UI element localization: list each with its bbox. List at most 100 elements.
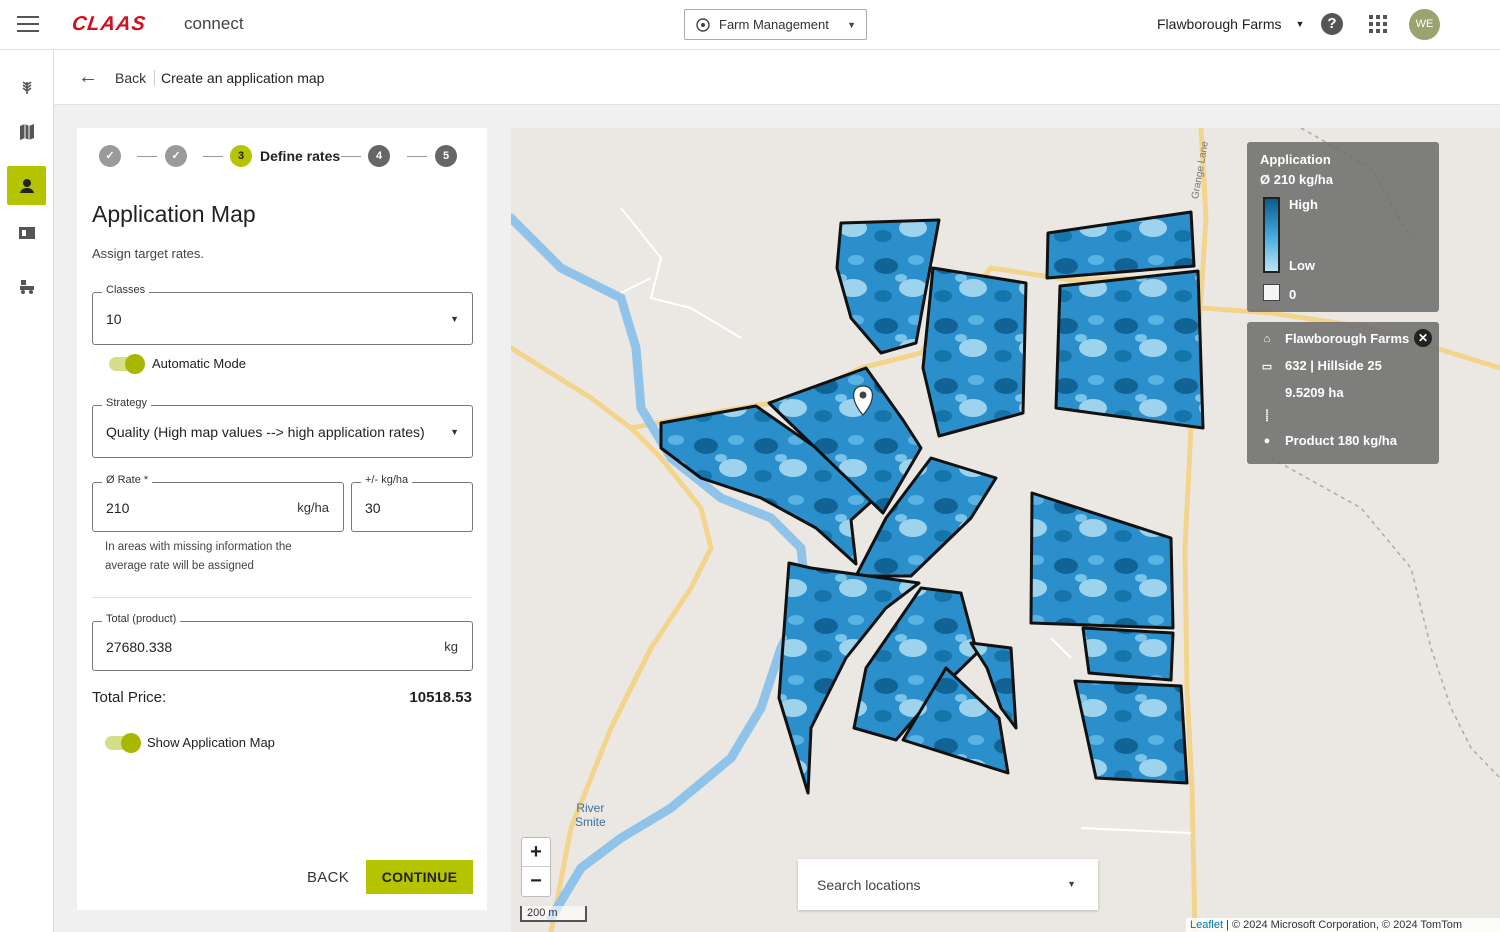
tolerance-input[interactable]: +/- kg/ha 30 — [351, 474, 473, 532]
panel-title: Application Map — [92, 201, 256, 227]
module-select-value: Farm Management — [719, 17, 829, 32]
zoom-out-button[interactable]: − — [522, 867, 550, 896]
side-rail — [0, 50, 54, 932]
rate-label: Ø Rate * — [102, 474, 153, 486]
close-icon[interactable]: ✕ — [1414, 329, 1432, 347]
map-legend: Application Ø 210 kg/ha High Low 0 — [1247, 142, 1439, 312]
chevron-down-icon: ▼ — [847, 19, 856, 30]
application-map-panel: ✓ ✓ 3 Define rates 4 5 Application Map A… — [77, 128, 487, 910]
info-crop-row: ⸽ — [1261, 408, 1285, 422]
help-icon[interactable]: ? — [1321, 13, 1343, 35]
claas-logo[interactable]: CLAAS — [70, 13, 148, 36]
automatic-mode-toggle[interactable] — [109, 354, 145, 374]
rate-hint: In areas with missing information the av… — [105, 541, 292, 572]
show-application-map-toggle[interactable] — [105, 733, 141, 753]
search-locations-select[interactable]: Search locations ▼ — [798, 859, 1098, 910]
info-product: Product 180 kg/ha — [1285, 433, 1397, 448]
tolerance-label: +/- kg/ha — [361, 474, 413, 486]
farm-select-value: Flawborough Farms — [1157, 16, 1282, 32]
strategy-select[interactable]: Strategy Quality (High map values --> hi… — [92, 397, 473, 458]
farm-icon: ⌂ — [1263, 332, 1271, 345]
info-area: 9.5209 ha — [1285, 385, 1344, 400]
legend-high: High — [1289, 197, 1318, 212]
map-view[interactable]: River Smite Grange Lane Application Ø 210… — [511, 128, 1500, 932]
rate-unit: kg/ha — [297, 500, 329, 515]
map-attribution: Leaflet | © 2024 Microsoft Corporation, … — [1185, 918, 1500, 932]
rail-item-machines[interactable] — [7, 266, 46, 305]
zoom-control: + − — [521, 837, 551, 897]
automatic-mode-label: Automatic Mode — [152, 356, 246, 371]
step-1-done[interactable]: ✓ — [99, 145, 121, 167]
info-farm-row: ⌂ Flawborough Farms — [1261, 331, 1410, 346]
map-icon — [19, 123, 34, 140]
application-map-icon — [19, 178, 34, 193]
scale-bar: 200 m — [520, 906, 587, 922]
app-name: connect — [184, 14, 244, 33]
legend-zero-swatch — [1263, 284, 1280, 301]
chevron-down-icon: ▼ — [450, 427, 459, 437]
legend-gradient — [1263, 197, 1280, 273]
step-5[interactable]: 5 — [435, 145, 457, 167]
rail-item-crops[interactable] — [7, 66, 46, 105]
attribution-text: | © 2024 Microsoft Corporation, © 2024 T… — [1223, 919, 1462, 931]
step-connector — [341, 156, 361, 157]
chevron-down-icon: ▼ — [1295, 19, 1305, 29]
top-bar: CLAAS connect Farm Management ▼ Flawboro… — [0, 0, 1500, 50]
breadcrumb-back[interactable]: Back — [115, 70, 156, 86]
apps-grid-icon[interactable] — [1369, 15, 1387, 33]
info-field: 632 | Hillside 25 — [1285, 358, 1382, 373]
module-select[interactable]: Farm Management ▼ — [684, 9, 867, 40]
total-product-label: Total (product) — [102, 613, 181, 625]
legend-average: Ø 210 kg/ha — [1260, 172, 1333, 187]
breadcrumb: ← Back Create an application map — [54, 50, 1500, 105]
rail-item-maps[interactable] — [7, 112, 46, 151]
show-application-map-label: Show Application Map — [147, 735, 275, 750]
chevron-down-icon: ▼ — [1067, 879, 1076, 889]
classes-label: Classes — [102, 284, 150, 296]
rail-item-application-maps[interactable] — [7, 166, 46, 205]
farm-management-icon — [696, 17, 710, 32]
field-info-popup: ✕ ⌂ Flawborough Farms ▭ 632 | Hillside 2… — [1247, 322, 1439, 464]
total-price-value: 10518.53 — [409, 689, 472, 706]
field-icon: ▭ — [1261, 360, 1273, 373]
menu-icon[interactable] — [17, 14, 39, 34]
panel-subtitle: Assign target rates. — [92, 246, 204, 261]
arrow-left-icon[interactable]: ← — [78, 66, 98, 89]
divider — [92, 597, 472, 598]
legend-low: Low — [1289, 258, 1315, 273]
total-product-value: 27680.338 — [106, 639, 173, 655]
location-pin-icon: ● — [1263, 434, 1271, 447]
farm-select[interactable]: Flawborough Farms ▼ — [1157, 16, 1304, 32]
avatar[interactable]: WE — [1409, 9, 1440, 40]
info-field-row: ▭ 632 | Hillside 25 — [1261, 358, 1382, 373]
step-connector — [203, 156, 223, 157]
tolerance-value: 30 — [365, 500, 381, 516]
step-2-done[interactable]: ✓ — [165, 145, 187, 167]
folder-icon — [18, 226, 35, 239]
zoom-in-button[interactable]: + — [522, 838, 550, 867]
crop-icon: ⸽ — [1265, 410, 1269, 422]
classes-select[interactable]: Classes 10 ▼ — [92, 284, 473, 345]
step-connector — [407, 156, 427, 157]
back-button[interactable]: BACK — [307, 869, 349, 886]
rate-input[interactable]: Ø Rate * 210 kg/ha — [92, 474, 344, 532]
step-3-current[interactable]: 3 — [230, 145, 252, 167]
rate-value: 210 — [106, 500, 130, 516]
leaflet-link[interactable]: Leaflet — [1190, 919, 1223, 931]
strategy-value: Quality (High map values --> high applic… — [106, 424, 425, 440]
crop-icon — [22, 80, 31, 94]
info-farm: Flawborough Farms — [1285, 331, 1410, 346]
rail-item-documents[interactable] — [7, 213, 46, 252]
search-locations-placeholder: Search locations — [817, 877, 921, 893]
info-product-row: ● Product 180 kg/ha — [1261, 433, 1397, 448]
machines-icon — [19, 279, 34, 294]
step-4[interactable]: 4 — [368, 145, 390, 167]
river-label: River Smite — [575, 801, 606, 829]
total-product-field[interactable]: Total (product) 27680.338 kg — [92, 613, 473, 671]
continue-button[interactable]: CONTINUE — [366, 860, 473, 894]
legend-zero: 0 — [1289, 287, 1297, 302]
chevron-down-icon: ▼ — [450, 314, 459, 324]
step-3-label: Define rates — [260, 148, 341, 164]
river-smite — [511, 213, 811, 923]
strategy-label: Strategy — [102, 397, 151, 409]
